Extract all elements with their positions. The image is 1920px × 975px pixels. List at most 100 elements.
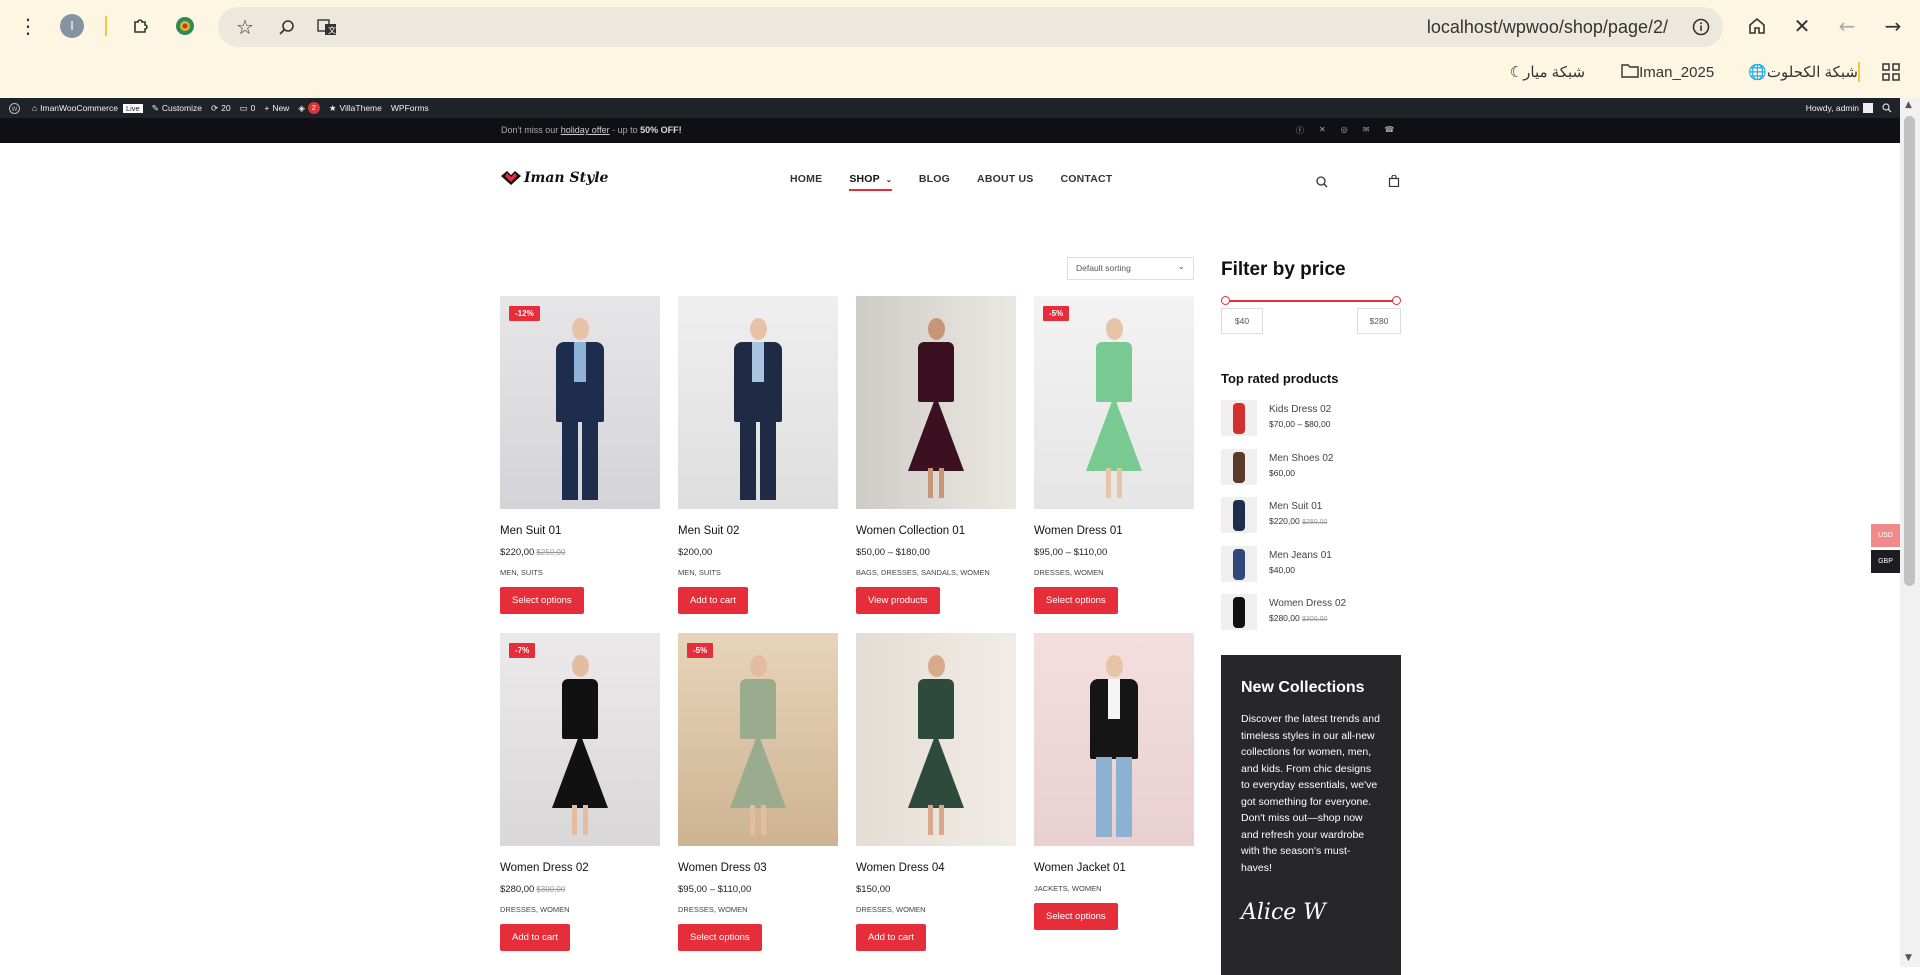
scroll-thumb[interactable] (1904, 116, 1915, 586)
search-icon[interactable] (1316, 173, 1328, 192)
notifications-link[interactable]: ◈ 2 (298, 102, 320, 114)
profile-avatar[interactable]: I (60, 14, 84, 38)
nav-about[interactable]: ABOUT US (977, 173, 1033, 191)
product-card[interactable]: Women Collection 01 $50,00 – $180,00 BAGS,… (856, 296, 1016, 614)
product-card[interactable]: Men Suit 02 $200,00 MEN, SUITS Add to cart (678, 296, 838, 614)
holiday-offer-link[interactable]: holiday offer (561, 125, 610, 135)
nav-home[interactable]: HOME (790, 173, 822, 191)
product-image[interactable] (856, 633, 1016, 846)
apps-grid-icon[interactable] (1878, 59, 1904, 85)
product-image[interactable] (1034, 633, 1194, 846)
scrollbar[interactable]: ▲ ▼ (1900, 98, 1920, 967)
product-image[interactable]: -7% (500, 633, 660, 846)
top-rated-item[interactable]: Women Dress 02 $280,00 $300,00 (1221, 594, 1346, 630)
scroll-down-icon[interactable]: ▼ (1905, 953, 1912, 963)
url-text[interactable]: localhost/wpwoo/shop/page/2/ (1427, 17, 1668, 38)
top-rated-item[interactable]: Men Shoes 02 $60,00 (1221, 448, 1334, 485)
product-title[interactable]: Men Suit 02 (678, 525, 838, 537)
sorting-select[interactable]: Default sorting ⌄ (1067, 257, 1194, 280)
product-title[interactable]: Women Dress 03 (678, 862, 838, 874)
product-card[interactable]: Women Jacket 01 JACKETS, WOMEN Select opti… (1034, 633, 1194, 930)
top-rated-thumb[interactable] (1221, 594, 1257, 630)
product-image[interactable]: -5% (1034, 296, 1194, 509)
product-action-button[interactable]: Select options (1034, 903, 1118, 930)
bookmark-iman-folder[interactable]: Iman_2025 (1613, 63, 1714, 82)
product-action-button[interactable]: Add to cart (678, 587, 748, 614)
product-categories[interactable]: DRESSES, WOMEN (1034, 568, 1194, 577)
top-rated-thumb[interactable] (1221, 448, 1257, 485)
instagram-icon[interactable]: ◎ (1341, 125, 1348, 136)
product-action-button[interactable]: Add to cart (856, 924, 926, 951)
product-image[interactable]: -5% (678, 633, 838, 846)
site-info-icon[interactable] (1689, 15, 1713, 39)
globe-extension-icon[interactable] (172, 13, 198, 39)
howdy-account[interactable]: Howdy, admin (1806, 103, 1873, 113)
top-rated-name[interactable]: Kids Dress 02 (1269, 404, 1331, 415)
currency-usd[interactable]: USD (1871, 524, 1900, 547)
zoom-icon[interactable] (274, 14, 300, 40)
cart-icon[interactable] (1388, 172, 1400, 191)
wordpress-icon[interactable]: W (9, 102, 20, 114)
product-title[interactable]: Men Suit 01 (500, 525, 660, 537)
villatheme-link[interactable]: ★ VillaTheme (329, 103, 382, 114)
nav-contact[interactable]: CONTACT (1060, 173, 1112, 191)
nav-shop[interactable]: SHOP ⌄ (849, 173, 892, 191)
customize-link[interactable]: ✎ Customize (152, 103, 202, 114)
menu-kebab-icon[interactable]: ⋮ (16, 12, 40, 40)
back-arrow-icon[interactable]: ← (1834, 13, 1860, 39)
admin-site-link[interactable]: ⌂ ImanWooCommerce (32, 103, 118, 113)
price-min-input[interactable]: $40 (1221, 308, 1263, 334)
product-action-button[interactable]: Select options (1034, 587, 1118, 614)
product-categories[interactable]: DRESSES, WOMEN (678, 905, 838, 914)
product-card[interactable]: -12% Men Suit 01 $220,00 $250,00 MEN, SUITS S… (500, 296, 660, 614)
product-title[interactable]: Women Dress 01 (1034, 525, 1194, 537)
product-categories[interactable]: DRESSES, WOMEN (856, 905, 1016, 914)
product-action-button[interactable]: View products (856, 587, 940, 614)
nav-blog[interactable]: BLOG (919, 173, 950, 191)
address-bar[interactable]: ☆ 文 localhost/wpwoo/shop/page/2/ (218, 7, 1723, 47)
price-slider[interactable] (1221, 296, 1401, 306)
product-image[interactable] (678, 296, 838, 509)
product-card[interactable]: Women Dress 04 $150,00 DRESSES, WOMEN Add t… (856, 633, 1016, 951)
email-icon[interactable]: ✉ (1363, 125, 1370, 136)
product-image[interactable]: -12% (500, 296, 660, 509)
product-title[interactable]: Women Collection 01 (856, 525, 1016, 537)
site-logo[interactable]: Iman Style (500, 170, 608, 186)
product-title[interactable]: Women Dress 04 (856, 862, 1016, 874)
new-content-link[interactable]: + New (264, 103, 289, 113)
product-categories[interactable]: BAGS, DRESSES, SANDALS, WOMEN (856, 568, 1016, 577)
product-card[interactable]: -5% Women Dress 01 $95,00 – $110,00 DRESSES… (1034, 296, 1194, 614)
slider-handle-min[interactable] (1221, 296, 1230, 305)
search-icon[interactable] (1882, 103, 1892, 113)
bookmark-kahlout[interactable]: 🌐 شبكة الكحلوت (1742, 63, 1858, 81)
product-categories[interactable]: JACKETS, WOMEN (1034, 884, 1194, 893)
product-categories[interactable]: MEN, SUITS (678, 568, 838, 577)
home-icon[interactable] (1744, 13, 1770, 39)
product-card[interactable]: -7% Women Dress 02 $280,00 $300,00 DRESSES, … (500, 633, 660, 951)
top-rated-item[interactable]: Kids Dress 02 $70,00 – $80,00 (1221, 400, 1331, 436)
product-action-button[interactable]: Select options (500, 587, 584, 614)
top-rated-item[interactable]: Men Jeans 01 $40,00 (1221, 545, 1332, 582)
close-icon[interactable]: ✕ (1789, 13, 1815, 39)
top-rated-thumb[interactable] (1221, 400, 1257, 436)
top-rated-thumb[interactable] (1221, 497, 1257, 533)
top-rated-thumb[interactable] (1221, 545, 1257, 582)
translate-icon[interactable]: 文 (314, 14, 340, 40)
product-categories[interactable]: DRESSES, WOMEN (500, 905, 660, 914)
bookmark-star-icon[interactable]: ☆ (232, 14, 258, 40)
product-action-button[interactable]: Select options (678, 924, 762, 951)
facebook-icon[interactable]: ⓕ (1296, 125, 1304, 136)
top-rated-name[interactable]: Men Jeans 01 (1269, 550, 1332, 561)
top-rated-item[interactable]: Men Suit 01 $220,00 $250,00 (1221, 497, 1327, 533)
bookmark-mayar[interactable]: ☾ شبكة ميار (1504, 63, 1585, 81)
updates-link[interactable]: ⟳ 20 (211, 103, 231, 114)
x-twitter-icon[interactable]: ✕ (1319, 125, 1326, 136)
phone-icon[interactable]: ☎ (1384, 125, 1394, 136)
top-rated-name[interactable]: Men Suit 01 (1269, 501, 1327, 512)
extensions-icon[interactable] (128, 12, 154, 40)
slider-handle-max[interactable] (1392, 296, 1401, 305)
price-max-input[interactable]: $280 (1357, 308, 1401, 334)
product-title[interactable]: Women Jacket 01 (1034, 862, 1194, 874)
currency-gbp[interactable]: GBP (1871, 550, 1900, 573)
top-rated-name[interactable]: Women Dress 02 (1269, 598, 1346, 609)
